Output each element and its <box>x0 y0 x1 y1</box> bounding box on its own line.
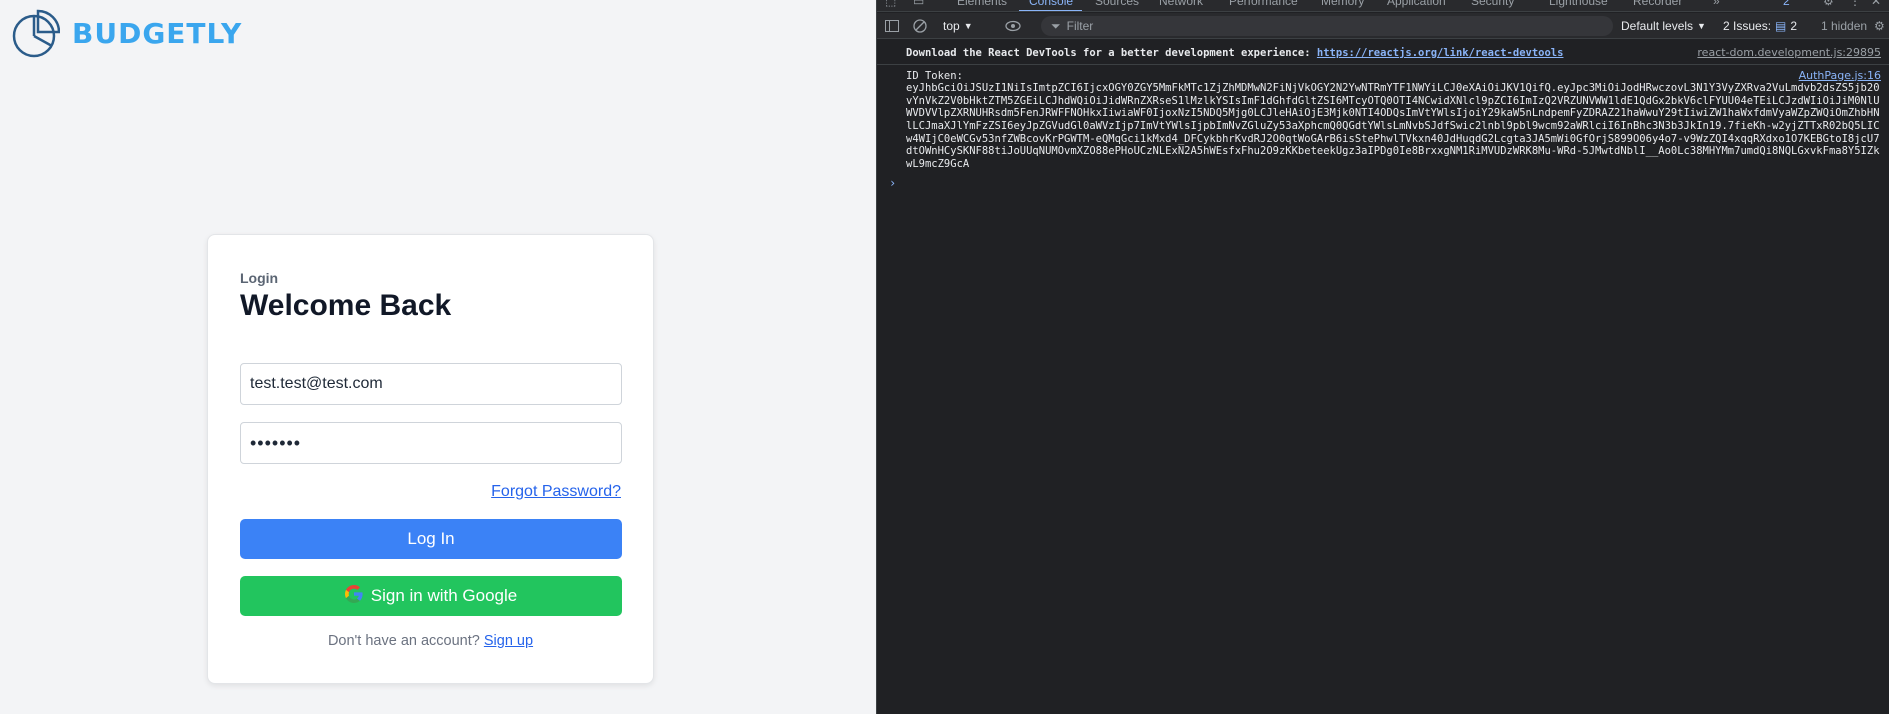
tab-memory[interactable]: Memory <box>1321 0 1364 8</box>
filter-icon: ⏷ <box>1051 18 1061 33</box>
message-text: Download the React DevTools for a better… <box>906 47 1317 59</box>
email-value: test.test@test.com <box>250 375 383 392</box>
console-settings-gear-icon[interactable]: ⚙ <box>1874 13 1885 39</box>
brand-name: BUDGETLY <box>72 16 243 50</box>
message-source-link[interactable]: AuthPage.js:16 <box>1799 69 1881 83</box>
issues-label: 2 Issues: <box>1723 19 1772 33</box>
tab-lighthouse[interactable]: Lighthouse <box>1549 0 1608 8</box>
google-button-label: Sign in with Google <box>370 586 518 605</box>
tab-recorder[interactable]: Recorder <box>1633 0 1682 8</box>
tab-application[interactable]: Application <box>1387 0 1446 8</box>
hidden-count: 1 hidden <box>1821 19 1868 33</box>
sidebar-toggle-icon[interactable] <box>885 13 899 39</box>
login-card: Login Welcome Back test.test@test.com ••… <box>207 234 654 684</box>
tab-performance[interactable]: Performance <box>1229 0 1298 8</box>
page-title: Welcome Back <box>240 289 452 322</box>
console-filter-input[interactable]: ⏷ Filter <box>1041 16 1613 36</box>
close-icon[interactable]: ✕ <box>1871 0 1881 8</box>
console-message: ID Token: AuthPage.js:16 eyJhbGciOiJSUzI… <box>877 65 1889 171</box>
log-levels-dropdown[interactable]: Default levels ▼ <box>1621 13 1706 39</box>
id-token-value[interactable]: eyJhbGciOiJSUzI1NiIsImtpZCI6IjcxOGY0ZGY5… <box>906 82 1881 170</box>
log-levels-value: Default levels <box>1621 19 1694 33</box>
issues-link[interactable]: 2 Issues: ▤ 2 <box>1723 13 1797 39</box>
tab-console[interactable]: Console <box>1029 0 1073 8</box>
issues-badge[interactable]: 2 <box>1783 0 1790 8</box>
login-button-label: Log In <box>407 529 455 548</box>
console-prompt[interactable]: › <box>877 176 1889 190</box>
tab-security[interactable]: Security <box>1471 0 1514 8</box>
tab-network[interactable]: Network <box>1159 0 1203 8</box>
device-toolbar-icon[interactable]: ▭ <box>913 0 924 8</box>
brand-logo[interactable]: BUDGETLY <box>12 8 242 58</box>
issues-message-icon: ▤ <box>1775 19 1787 33</box>
tab-sources[interactable]: Sources <box>1095 0 1139 8</box>
signup-prompt: Don't have an account? <box>327 633 480 649</box>
react-devtools-link[interactable]: https://reactjs.org/link/react-devtools <box>1317 47 1564 59</box>
filter-placeholder: Filter <box>1066 19 1094 33</box>
login-button[interactable]: Log In <box>240 519 622 559</box>
budgetly-logo-icon <box>12 8 60 58</box>
login-eyebrow: Login <box>240 270 279 286</box>
google-icon <box>344 584 363 608</box>
inspect-element-icon[interactable]: ⬚ <box>885 0 896 8</box>
google-signin-button[interactable]: Sign in with Google <box>240 576 622 616</box>
settings-gear-icon[interactable]: ⚙ <box>1823 0 1834 8</box>
live-expression-eye-icon[interactable] <box>1005 13 1021 39</box>
clear-console-icon[interactable] <box>913 13 927 39</box>
active-tab-indicator <box>1019 10 1082 11</box>
more-options-icon[interactable]: ⋮ <box>1849 0 1861 8</box>
signup-row: Don't have an account? Sign up <box>208 633 653 649</box>
chevron-down-icon: ▼ <box>963 21 973 31</box>
issues-count: 2 <box>1790 19 1798 33</box>
context-selector[interactable]: top ▼ <box>943 13 973 39</box>
password-value: ••••••• <box>250 432 302 453</box>
chevron-down-icon: ▼ <box>1697 21 1706 31</box>
email-field[interactable]: test.test@test.com <box>240 363 622 405</box>
more-tabs-icon[interactable]: » <box>1713 0 1720 8</box>
app-viewport: BUDGETLY Login Welcome Back test.test@te… <box>0 0 876 714</box>
devtools-tab-bar: ⬚ ▭ Elements Console Sources Network Per… <box>877 0 1889 12</box>
message-label: ID Token: <box>906 69 963 82</box>
message-source-link[interactable]: react-dom.development.js:29895 <box>1697 46 1881 60</box>
console-messages: Download the React DevTools for a better… <box>877 40 1889 190</box>
console-toolbar: top ▼ ⏷ Filter Default levels ▼ 2 Issues… <box>877 13 1889 39</box>
devtools-panel: ⬚ ▭ Elements Console Sources Network Per… <box>876 0 1889 714</box>
signup-link[interactable]: Sign up <box>484 633 533 649</box>
password-field[interactable]: ••••••• <box>240 422 622 464</box>
console-message: Download the React DevTools for a better… <box>877 40 1889 65</box>
context-value: top <box>943 19 960 33</box>
tab-elements[interactable]: Elements <box>957 0 1007 8</box>
forgot-password-link[interactable]: Forgot Password? <box>491 483 621 501</box>
